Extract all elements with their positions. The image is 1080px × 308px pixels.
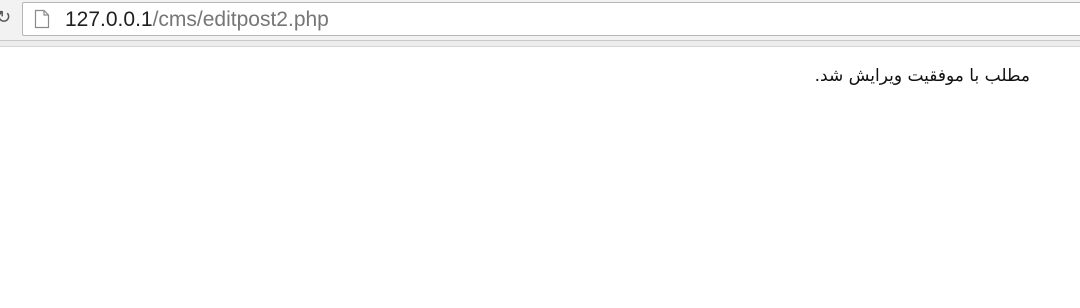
url-host: 127.0.0.1: [65, 8, 153, 31]
page-content: مطلب با موفقیت ویرایش شد.: [0, 47, 1080, 308]
page-icon: [34, 9, 50, 29]
url-path: /cms/editpost2.php: [152, 8, 329, 31]
success-message: مطلب با موفقیت ویرایش شد.: [814, 66, 1030, 86]
reload-icon[interactable]: ↻: [0, 8, 11, 28]
url-text[interactable]: 127.0.0.1/cms/editpost2.php: [65, 7, 329, 33]
browser-toolbar: ↻ 127.0.0.1/cms/editpost2.php: [0, 0, 1080, 41]
address-bar[interactable]: 127.0.0.1/cms/editpost2.php: [22, 2, 1080, 36]
